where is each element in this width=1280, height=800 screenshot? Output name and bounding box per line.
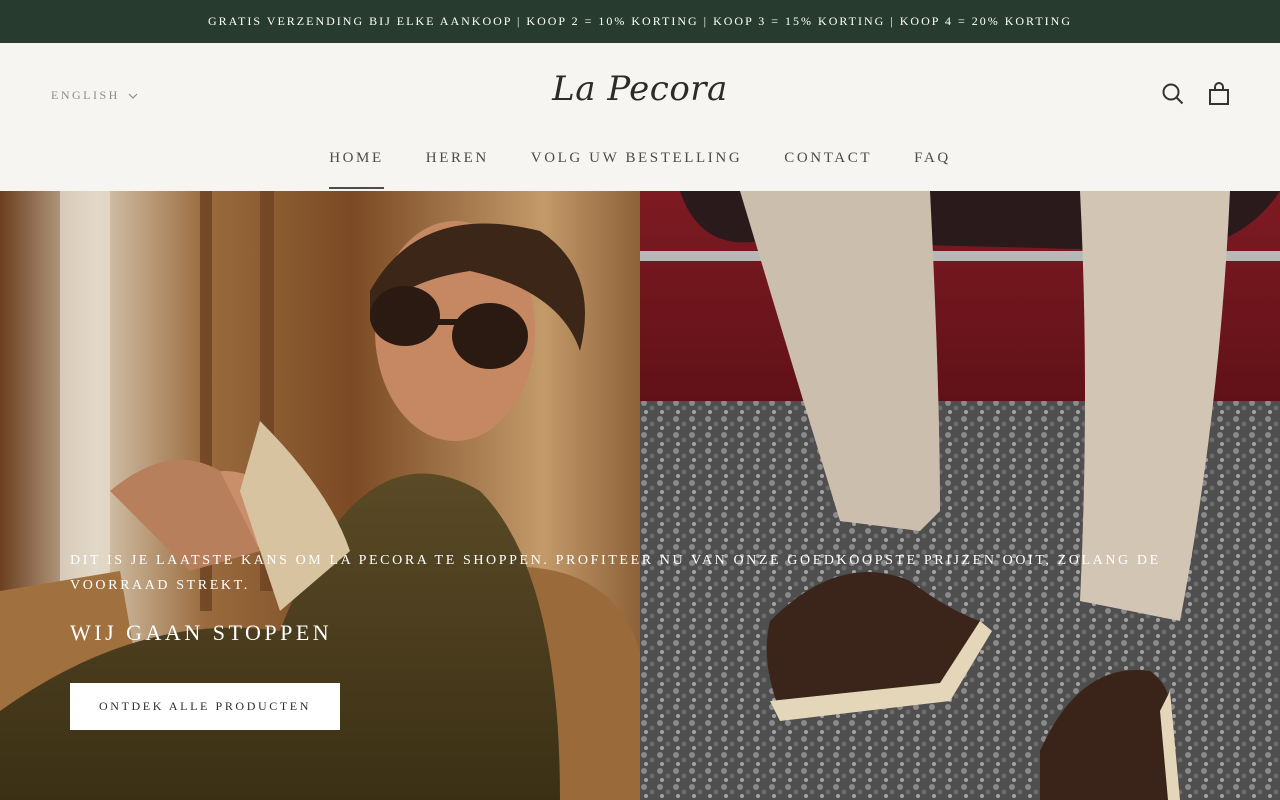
hero-title: WIJ GAAN STOPPEN	[70, 620, 333, 645]
nav-item-heren[interactable]: HEREN	[426, 150, 489, 189]
brand-logo[interactable]: La Pecora	[540, 69, 740, 109]
hero-text-block: DIT IS JE LAATSTE KANS OM LA PECORA TE S…	[70, 548, 1220, 646]
hero-image-loafers	[640, 191, 1280, 800]
discover-products-button[interactable]: ONTDEK ALLE PRODUCTEN	[70, 683, 340, 730]
hero-subtitle: DIT IS JE LAATSTE KANS OM LA PECORA TE S…	[70, 553, 1161, 593]
announcement-bar: GRATIS VERZENDING BIJ ELKE AANKOOP | KOO…	[0, 0, 1280, 43]
language-selector[interactable]: ENGLISH	[51, 88, 138, 103]
chevron-down-icon	[128, 93, 138, 99]
nav-item-home[interactable]: HOME	[329, 150, 384, 189]
nav-item-contact[interactable]: CONTACT	[784, 150, 872, 189]
nav-item-faq[interactable]: FAQ	[914, 150, 951, 189]
search-icon[interactable]	[1162, 82, 1184, 106]
nav-item-volg-uw-bestelling[interactable]: VOLG UW BESTELLING	[531, 150, 743, 189]
header-actions	[1162, 82, 1230, 106]
main-navigation: HOME HEREN VOLG UW BESTELLING CONTACT FA…	[0, 150, 1280, 189]
hero-banner: DIT IS JE LAATSTE KANS OM LA PECORA TE S…	[0, 191, 1280, 800]
language-label: ENGLISH	[51, 88, 120, 102]
announcement-text: GRATIS VERZENDING BIJ ELKE AANKOOP | KOO…	[208, 14, 1072, 28]
site-header: ENGLISH La Pecora HOME HEREN VOLG UW BES…	[0, 43, 1280, 192]
shopping-bag-icon[interactable]	[1208, 82, 1230, 106]
